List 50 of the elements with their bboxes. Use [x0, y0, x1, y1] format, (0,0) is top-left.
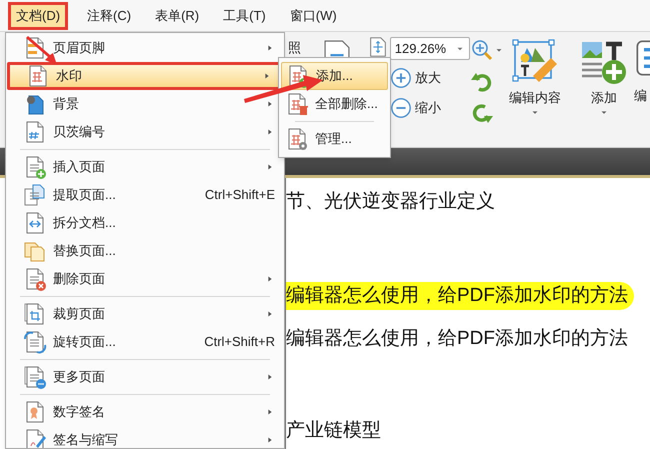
menu-item-label: 管理... — [315, 130, 352, 148]
menu-item-label: 提取页面... — [53, 186, 116, 204]
menu-item[interactable]: 数字签名 — [7, 398, 283, 426]
menu-item[interactable]: 插入页面 — [7, 153, 283, 181]
documents-more-icon — [23, 365, 47, 389]
document-text-line: 产业链模型 — [286, 419, 382, 443]
menu-item[interactable]: 管理... — [281, 125, 388, 153]
menu-item-label: 旋转页面... — [53, 333, 116, 352]
document-text-line: 编辑器怎么使用，给PDF添加水印的方法 — [286, 327, 629, 351]
menu-item-label: 替换页面... — [53, 242, 116, 260]
documents-icon — [23, 183, 47, 207]
zoom-out-button[interactable]: 缩小 — [390, 96, 470, 120]
menu-item-label: 数字签名 — [53, 403, 105, 422]
zoom-in-icon — [470, 38, 494, 62]
menu-item[interactable]: 提取页面... Ctrl+Shift+E — [7, 181, 283, 209]
menu-item[interactable]: 裁剪页面 — [7, 300, 283, 328]
edit-button[interactable]: 编 — [630, 32, 650, 147]
zoom-in-button[interactable]: 放大 — [390, 66, 470, 90]
edit-content-button[interactable]: 编辑内容 — [508, 32, 562, 147]
menu-item-label: 签名与缩写 — [53, 431, 118, 448]
menu-item-label: 插入页面 — [53, 158, 105, 176]
toolbar-label: 照 — [288, 40, 301, 55]
shortcut-label: Ctrl+Shift+R — [204, 333, 275, 352]
shortcut-label: Ctrl+Shift+E — [204, 186, 275, 204]
menu-item-label: 背景 — [53, 95, 79, 114]
document-rotate-icon — [23, 330, 47, 354]
document-text-line: 节、光伏逆变器行业定义 — [286, 190, 496, 214]
menu-item-label: 页眉页脚 — [53, 39, 105, 58]
menu-item-label: 删除页面 — [53, 270, 105, 288]
menu-item-label: 裁剪页面 — [53, 305, 105, 324]
menu-bar-item[interactable]: 注释(C) — [82, 2, 136, 30]
menu-bar-item[interactable]: 文档(D) — [8, 2, 68, 30]
menu-item-label: 拆分文档... — [53, 214, 116, 232]
menu-item-label: 水印 — [56, 67, 82, 86]
menu-item[interactable]: 旋转页面... Ctrl+Shift+R — [7, 328, 283, 356]
menu-item-label: 更多页面 — [53, 368, 105, 386]
zoom-field[interactable]: 129.26% — [390, 37, 470, 60]
menu-item-label: 全部删除... — [315, 95, 378, 114]
menu-item[interactable]: 更多页面 — [7, 363, 283, 391]
menu-bar-item[interactable]: 工具(T) — [218, 2, 271, 30]
menu-bar-item[interactable]: 窗口(W) — [284, 2, 342, 30]
menu-item[interactable]: 替换页面... — [7, 237, 283, 265]
menu-bar-item[interactable]: 表单(R) — [150, 2, 204, 30]
menu-item[interactable]: 删除页面 — [7, 265, 283, 293]
menu-item[interactable]: 拆分文档... — [7, 209, 283, 237]
menu-item[interactable]: 全部删除... — [281, 90, 388, 118]
menu-item[interactable]: 签名与缩写 — [7, 426, 283, 448]
zoom-value: 129.26% — [394, 40, 446, 58]
add-button[interactable]: 添加 — [578, 32, 630, 147]
menu-item-label: 贝茨编号 — [53, 123, 105, 142]
